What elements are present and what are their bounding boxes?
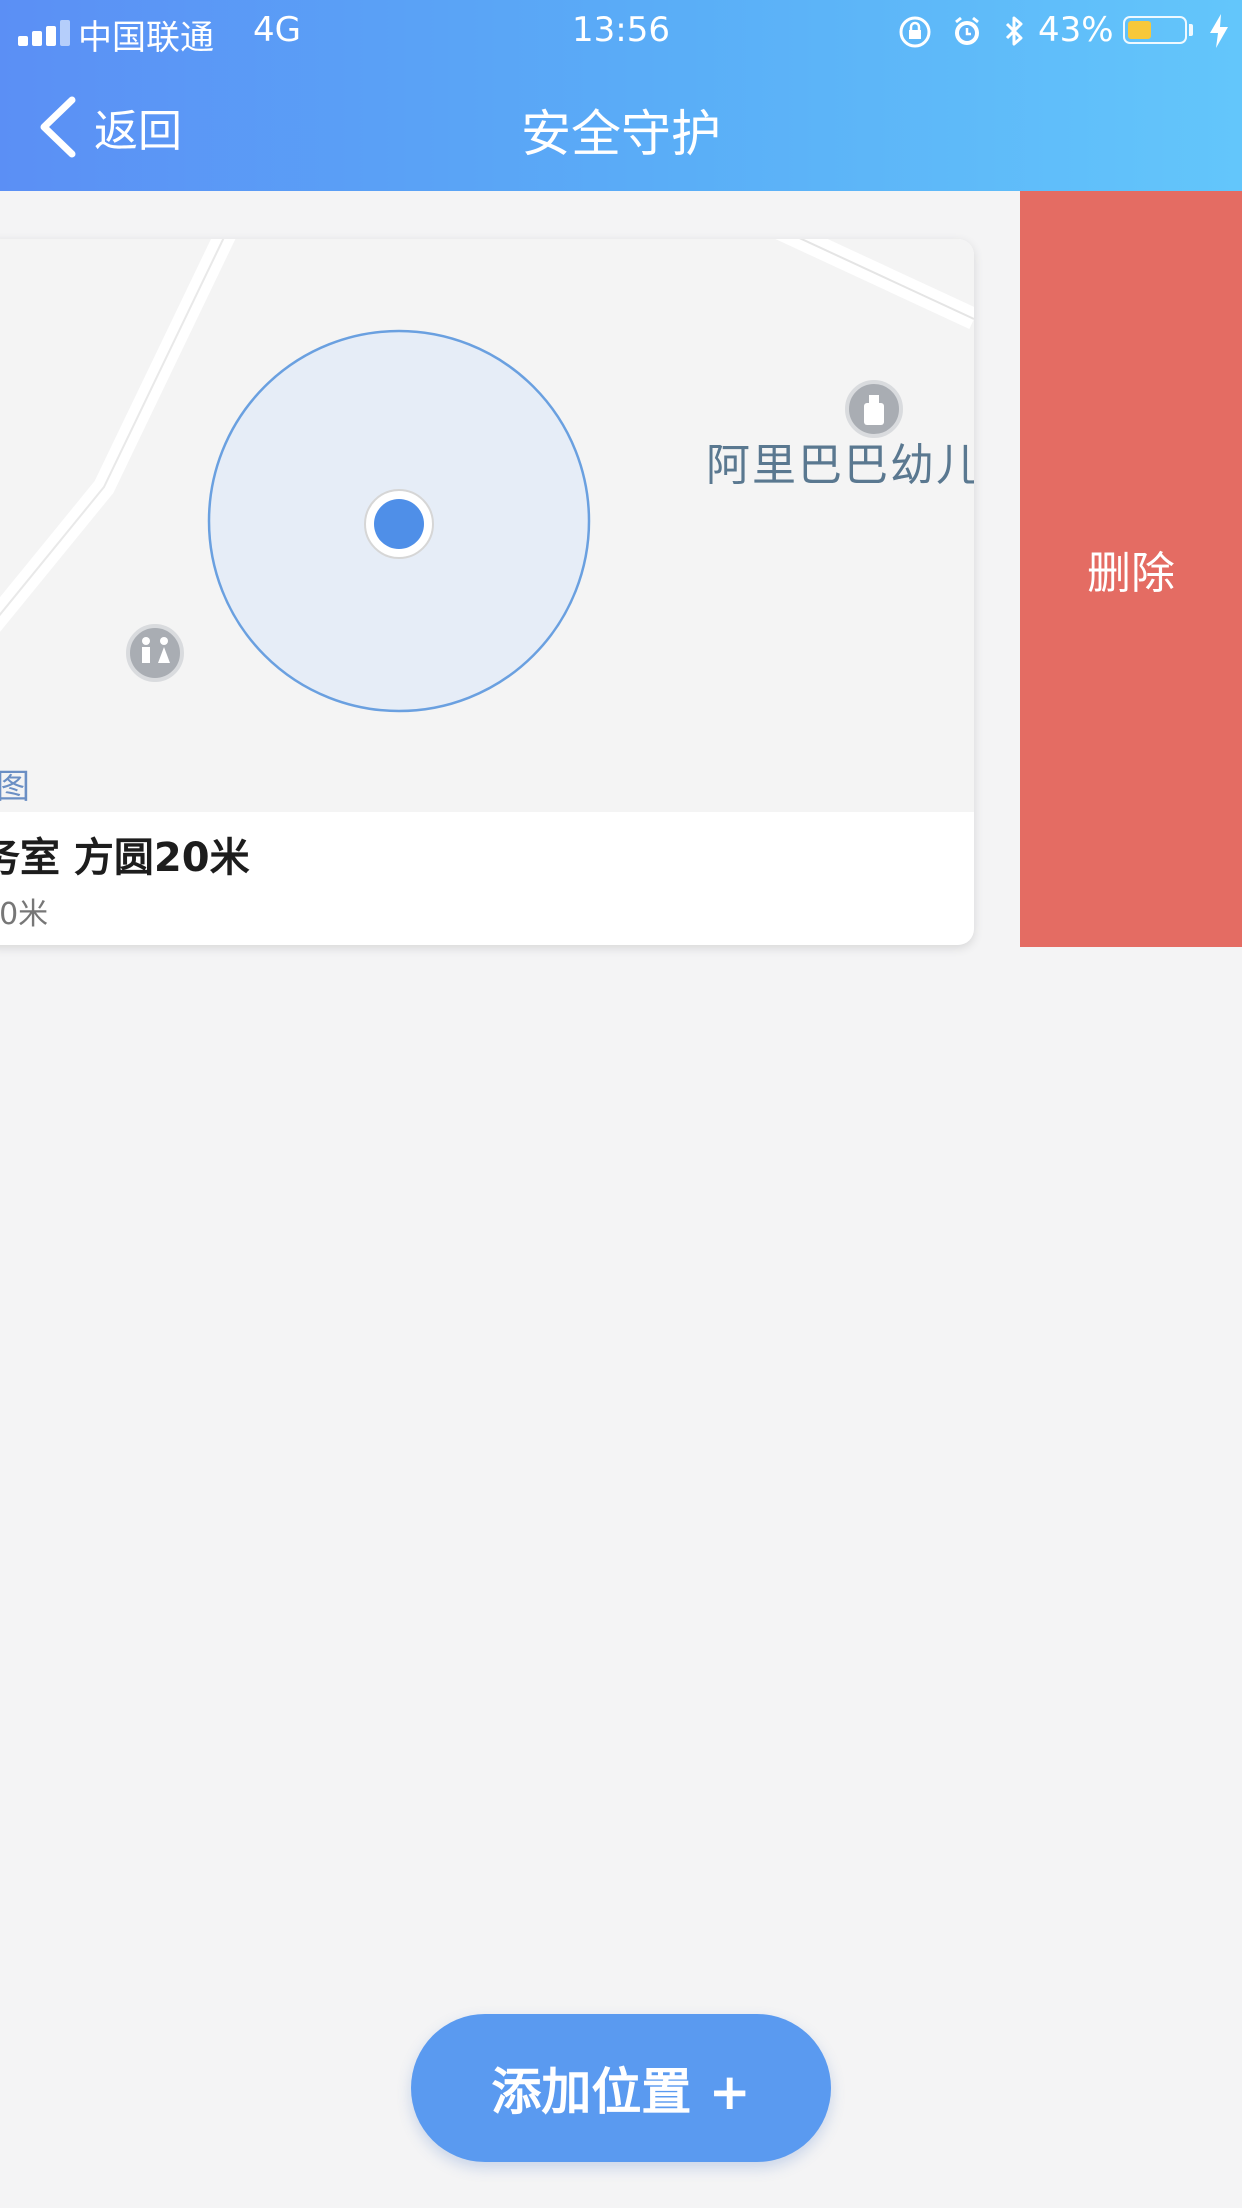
battery-percent: 43% <box>1038 10 1114 50</box>
battery-tip <box>1189 24 1193 36</box>
header: 中国联通 4G 13:56 43% 返回 安全守护 <box>0 0 1242 191</box>
add-location-button[interactable]: 添加位置 + <box>411 2014 831 2162</box>
restroom-icon <box>126 624 184 682</box>
battery-icon <box>1123 16 1187 44</box>
alarm-icon <box>955 16 979 45</box>
delete-label: 删除 <box>1087 548 1175 599</box>
guard-area-title: 务室 方圆20米 <box>0 835 250 881</box>
location-dot-icon <box>364 489 434 559</box>
delete-button[interactable]: 删除 <box>1020 191 1242 947</box>
map-edge-label: 图 <box>0 767 30 807</box>
page-title: 安全守护 <box>521 105 721 163</box>
map-poi-label: 阿里巴巴幼儿 <box>706 440 974 491</box>
charging-icon <box>1210 14 1228 48</box>
guard-area-card[interactable]: 阿里巴巴幼儿 图 务室 方圆20米 50米 <box>0 239 974 945</box>
guard-area-subtitle: 50米 <box>0 897 49 932</box>
rotation-lock-icon <box>899 16 931 48</box>
bluetooth-icon <box>1005 16 1023 46</box>
add-location-label: 添加位置 + <box>491 2063 751 2121</box>
status-bar: 中国联通 4G 13:56 43% <box>0 0 1242 62</box>
map-roads <box>0 239 974 713</box>
battery-fill <box>1128 21 1151 39</box>
map-preview: 阿里巴巴幼儿 图 <box>0 239 974 812</box>
bottle-icon <box>845 380 903 438</box>
